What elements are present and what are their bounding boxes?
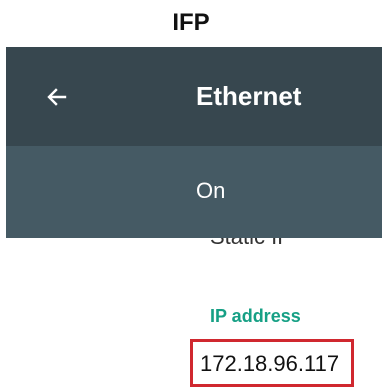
screenshot-page: IFP Ethernet On Static IP IP address 172… [0,0,382,391]
ip-address-field[interactable]: 172.18.96.117 [190,339,354,387]
switch-state-label: On [196,178,226,203]
ip-address-label: IP address [210,306,301,326]
ip-mode-value: Static IP [210,238,292,252]
ip-address-value: 172.18.96.117 [200,351,340,376]
page-title: Ethernet [196,81,302,111]
arrow-left-icon [45,85,69,109]
figure-caption: IFP [172,9,210,36]
ethernet-switch-bar[interactable]: On [6,146,382,238]
partially-hidden-row: Static IP [200,238,320,256]
back-button[interactable] [36,76,78,118]
app-bar: Ethernet [6,47,382,146]
